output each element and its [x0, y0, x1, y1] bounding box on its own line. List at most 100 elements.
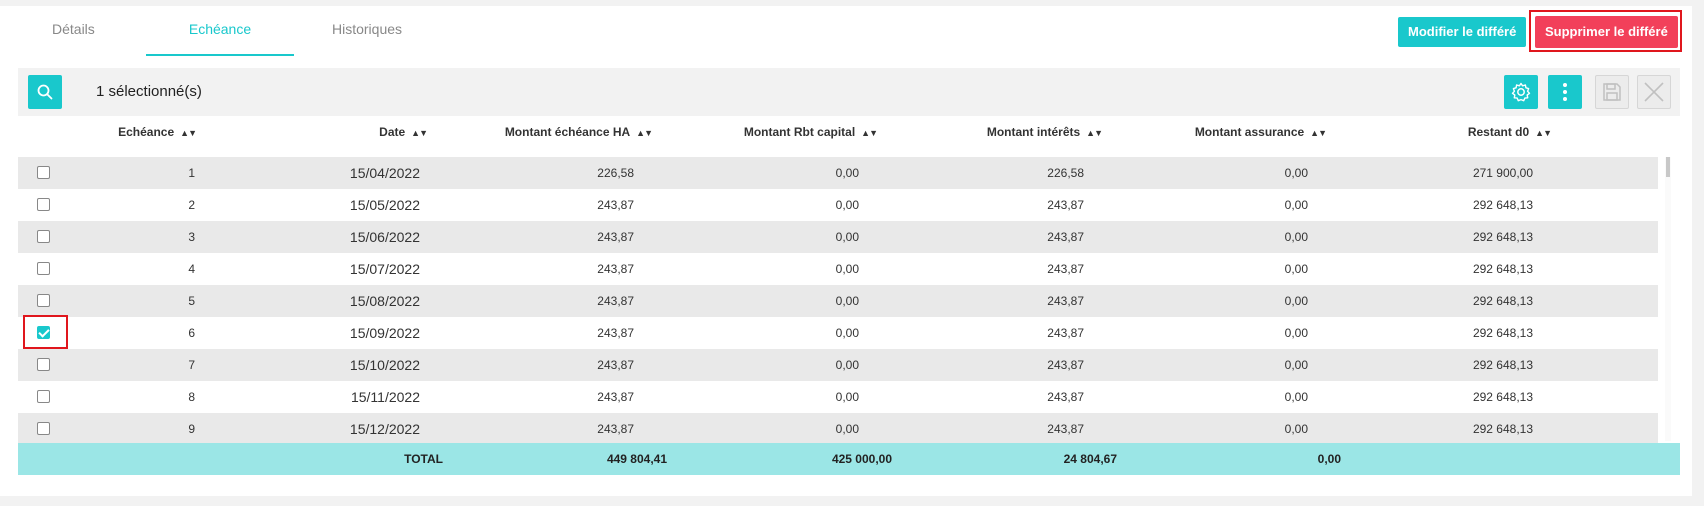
modify-deferral-button[interactable]: Modifier le différé	[1398, 17, 1527, 47]
cell-montant: 243,87	[597, 262, 634, 276]
row-checkbox[interactable]	[37, 422, 50, 435]
cell-capital: 0,00	[835, 262, 859, 276]
cell-date: 15/11/2022	[350, 389, 420, 405]
column-header-echeance[interactable]: Echéance ▲▼	[118, 118, 197, 147]
column-header-date[interactable]: Date ▲▼	[379, 118, 428, 147]
row-checkbox[interactable]	[37, 390, 50, 403]
gear-icon	[1510, 81, 1532, 103]
cell-montant: 243,87	[597, 422, 634, 436]
cell-assurance: 0,00	[1284, 422, 1308, 436]
total-montant: 449 804,41	[606, 452, 667, 466]
column-header-montant-assurance[interactable]: Montant assurance ▲▼	[1195, 118, 1327, 147]
cell-capital: 0,00	[835, 390, 859, 404]
cell-echeance: 5	[188, 294, 195, 308]
cell-date: 15/08/2022	[349, 293, 420, 309]
cell-capital: 0,00	[835, 326, 859, 340]
cell-montant: 243,87	[597, 230, 634, 244]
cell-assurance: 0,00	[1284, 198, 1308, 212]
row-checkbox[interactable]	[37, 198, 50, 211]
cancel-button[interactable]	[1637, 75, 1671, 109]
cell-restant: 292 648,13	[1472, 390, 1533, 404]
column-header-restant[interactable]: Restant d0 ▲▼	[1468, 118, 1552, 147]
search-button[interactable]	[28, 75, 62, 109]
table-row[interactable]: 4 15/07/2022 243,87 0,00 243,87 0,00 292…	[18, 253, 1658, 285]
cell-restant: 292 648,13	[1472, 262, 1533, 276]
cell-assurance: 0,00	[1284, 390, 1308, 404]
cell-echeance: 1	[188, 166, 195, 180]
save-icon	[1601, 81, 1623, 103]
delete-deferral-button[interactable]: Supprimer le différé	[1535, 16, 1678, 48]
row-checkbox[interactable]	[37, 262, 50, 275]
tab-echeance[interactable]: Echéance	[146, 6, 294, 56]
search-icon	[36, 83, 54, 101]
cell-echeance: 3	[188, 230, 195, 244]
more-options-button[interactable]	[1548, 75, 1582, 109]
cell-echeance: 4	[188, 262, 195, 276]
cell-restant: 271 900,00	[1472, 166, 1533, 180]
total-assurance: 0,00	[1317, 452, 1341, 466]
cell-interets: 243,87	[1047, 198, 1084, 212]
table-header: Echéance ▲▼ Date ▲▼ Montant échéance HA ▲▼ …	[18, 118, 1680, 146]
total-label: TOTAL	[404, 452, 443, 466]
total-capital: 425 000,00	[831, 452, 892, 466]
cell-interets: 243,87	[1047, 358, 1084, 372]
cell-assurance: 0,00	[1284, 230, 1308, 244]
cell-date: 15/04/2022	[349, 165, 420, 181]
cell-montant: 243,87	[597, 294, 634, 308]
selection-count: 1 sélectionné(s)	[96, 83, 202, 100]
cell-capital: 0,00	[835, 198, 859, 212]
table-row[interactable]: 8 15/11/2022 243,87 0,00 243,87 0,00 292…	[18, 381, 1658, 413]
column-header-montant-interets[interactable]: Montant intérêts ▲▼	[987, 118, 1103, 147]
table-row[interactable]: 7 15/10/2022 243,87 0,00 243,87 0,00 292…	[18, 349, 1658, 381]
cell-montant: 243,87	[597, 358, 634, 372]
more-vertical-icon	[1562, 82, 1568, 102]
table-toolbar: 1 sélectionné(s)	[18, 68, 1680, 116]
tab-details[interactable]: Détails	[52, 6, 95, 54]
table-row[interactable]: 3 15/06/2022 243,87 0,00 243,87 0,00 292…	[18, 221, 1658, 253]
cell-assurance: 0,00	[1284, 358, 1308, 372]
cell-restant: 292 648,13	[1472, 294, 1533, 308]
sort-icon: ▲▼	[411, 128, 428, 138]
row-checkbox[interactable]	[37, 358, 50, 371]
cell-restant: 292 648,13	[1472, 198, 1533, 212]
cell-capital: 0,00	[835, 230, 859, 244]
row-checkbox[interactable]	[37, 166, 50, 179]
cell-interets: 243,87	[1047, 294, 1084, 308]
settings-button[interactable]	[1504, 75, 1538, 109]
table-row[interactable]: 6 15/09/2022 243,87 0,00 243,87 0,00 292…	[18, 317, 1658, 349]
column-header-montant-echeance[interactable]: Montant échéance HA ▲▼	[505, 118, 653, 147]
cell-capital: 0,00	[835, 422, 859, 436]
cell-capital: 0,00	[835, 166, 859, 180]
tab-historiques[interactable]: Historiques	[332, 6, 402, 54]
cell-assurance: 0,00	[1284, 262, 1308, 276]
total-interets: 24 804,67	[1063, 452, 1117, 466]
row-checkbox[interactable]	[37, 230, 50, 243]
sort-icon: ▲▼	[1086, 128, 1103, 138]
table-row[interactable]: 2 15/05/2022 243,87 0,00 243,87 0,00 292…	[18, 189, 1658, 221]
cell-montant: 226,58	[597, 166, 634, 180]
cell-assurance: 0,00	[1284, 294, 1308, 308]
table-row[interactable]: 9 15/12/2022 243,87 0,00 243,87 0,00 292…	[18, 413, 1658, 445]
sort-icon: ▲▼	[861, 128, 878, 138]
scrollbar-thumb[interactable]	[1666, 157, 1670, 177]
row-checkbox[interactable]	[37, 326, 50, 339]
save-button[interactable]	[1595, 75, 1629, 109]
table-row[interactable]: 1 15/04/2022 226,58 0,00 226,58 0,00 271…	[18, 157, 1658, 189]
sort-icon: ▲▼	[1535, 128, 1552, 138]
total-row: TOTAL 449 804,41 425 000,00 24 804,67 0,…	[18, 443, 1680, 475]
cell-date: 15/05/2022	[349, 197, 420, 213]
cell-date: 15/06/2022	[349, 229, 420, 245]
cell-interets: 226,58	[1047, 166, 1084, 180]
table-row[interactable]: 5 15/08/2022 243,87 0,00 243,87 0,00 292…	[18, 285, 1658, 317]
cell-date: 15/09/2022	[349, 325, 420, 341]
cell-echeance: 7	[188, 358, 195, 372]
column-header-montant-capital[interactable]: Montant Rbt capital ▲▼	[744, 118, 878, 147]
cell-interets: 243,87	[1047, 422, 1084, 436]
cell-interets: 243,87	[1047, 230, 1084, 244]
cell-restant: 292 648,13	[1472, 358, 1533, 372]
sort-icon: ▲▼	[1310, 128, 1327, 138]
table-scrollbar[interactable]	[1665, 157, 1671, 441]
row-checkbox[interactable]	[37, 294, 50, 307]
cell-echeance: 6	[188, 326, 195, 340]
cell-date: 15/07/2022	[349, 261, 420, 277]
